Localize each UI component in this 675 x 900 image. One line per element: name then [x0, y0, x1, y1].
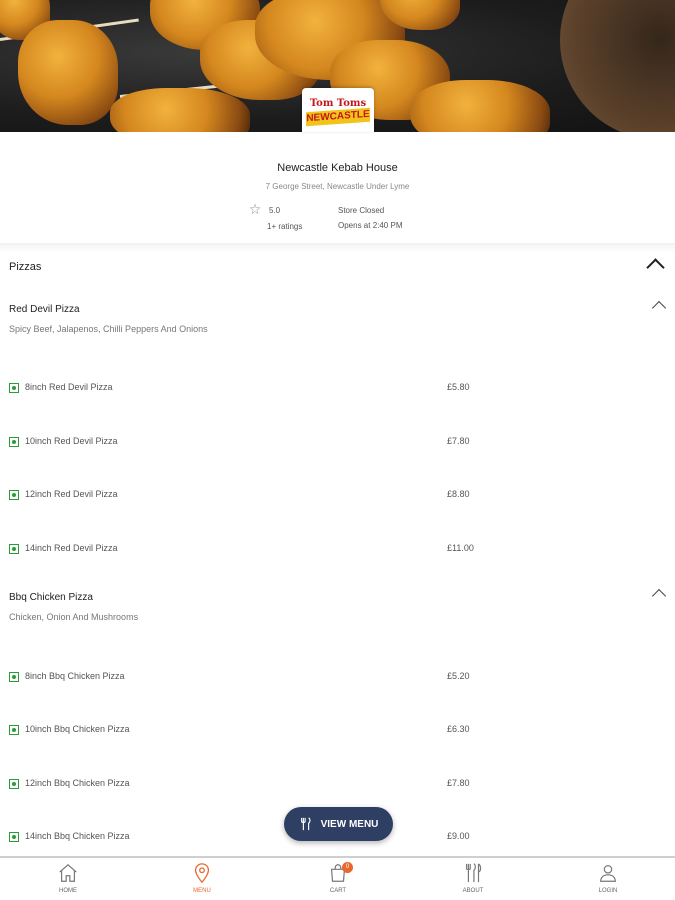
chevron-up-icon[interactable] — [652, 298, 666, 312]
item-name: 8inch Bbq Chicken Pizza — [25, 671, 125, 681]
veg-icon — [9, 672, 19, 682]
bottom-tab-bar: HOME MENU 0 CART ABOUT LOGIN — [0, 856, 675, 900]
veg-icon — [9, 437, 19, 447]
menu-item[interactable]: 8inch Bbq Chicken Pizza £5.20 — [0, 668, 675, 688]
item-price: £5.20 — [447, 671, 470, 681]
menu-item[interactable]: 12inch Bbq Chicken Pizza £7.80 — [0, 775, 675, 795]
item-name: 12inch Red Devil Pizza — [25, 489, 118, 499]
store-logo: Tom Toms NEWCASTLE — [302, 88, 374, 132]
user-icon — [600, 865, 616, 882]
tab-menu[interactable]: MENU — [162, 862, 242, 894]
store-name: Newcastle Kebab House — [277, 162, 398, 174]
group-title[interactable]: Red Devil Pizza — [9, 304, 80, 315]
veg-icon — [9, 544, 19, 554]
view-menu-button[interactable]: VIEW MENU — [284, 807, 393, 841]
item-name: 8inch Red Devil Pizza — [25, 382, 113, 392]
tab-label: HOME — [59, 888, 77, 894]
menu-item[interactable]: 8inch Red Devil Pizza £5.80 — [0, 379, 675, 399]
divider — [0, 243, 675, 253]
opening-time: Opens at 2:40 PM — [338, 221, 403, 230]
menu-item[interactable]: 10inch Bbq Chicken Pizza £6.30 — [0, 721, 675, 741]
group-title[interactable]: Bbq Chicken Pizza — [9, 592, 93, 603]
tab-label: ABOUT — [462, 888, 484, 894]
tab-about[interactable]: ABOUT — [433, 862, 513, 894]
tab-label: LOGIN — [598, 888, 618, 894]
item-name: 14inch Red Devil Pizza — [25, 543, 118, 553]
tab-label: CART — [329, 888, 347, 894]
view-menu-label: VIEW MENU — [320, 818, 379, 830]
kebab-chunk — [18, 20, 118, 125]
logo-band-text: NEWCASTLE — [306, 107, 370, 127]
rating-value: 5.0 — [269, 206, 281, 215]
location-pin-icon — [194, 863, 210, 884]
tab-home[interactable]: HOME — [28, 862, 108, 894]
chevron-up-icon[interactable] — [652, 586, 666, 600]
menu-item[interactable]: 14inch Red Devil Pizza £11.00 — [0, 540, 675, 560]
tab-cart[interactable]: 0 CART — [298, 862, 378, 894]
item-name: 12inch Bbq Chicken Pizza — [25, 778, 130, 788]
group-description: Spicy Beef, Jalapenos, Chilli Peppers An… — [9, 324, 208, 334]
wooden-board — [560, 0, 675, 132]
menu-item[interactable]: 12inch Red Devil Pizza £8.80 — [0, 486, 675, 506]
cutlery-icon — [465, 863, 482, 883]
chevron-up-icon[interactable] — [648, 256, 662, 270]
logo-artwork: Tom Toms NEWCASTLE — [306, 98, 370, 128]
item-price: £8.80 — [447, 489, 470, 499]
item-price: £7.80 — [447, 778, 470, 788]
item-price: £9.00 — [447, 831, 470, 841]
kebab-chunk — [110, 88, 250, 132]
cutlery-icon — [300, 817, 311, 831]
rating-count: 1+ ratings — [267, 222, 303, 231]
veg-icon — [9, 779, 19, 789]
kebab-chunk — [410, 80, 550, 132]
veg-icon — [9, 383, 19, 393]
tab-login[interactable]: LOGIN — [568, 862, 648, 894]
cart-count-badge: 0 — [342, 862, 353, 873]
tab-label: MENU — [193, 888, 211, 894]
item-price: £6.30 — [447, 724, 470, 734]
item-name: 10inch Bbq Chicken Pizza — [25, 724, 130, 734]
veg-icon — [9, 490, 19, 500]
store-status: Store Closed — [338, 206, 385, 215]
group-description: Chicken, Onion And Mushrooms — [9, 612, 139, 622]
menu-item[interactable]: 10inch Red Devil Pizza £7.80 — [0, 433, 675, 453]
store-info: Newcastle Kebab House 7 George Street, N… — [0, 150, 675, 245]
item-price: £11.00 — [447, 543, 474, 553]
item-name: 10inch Red Devil Pizza — [25, 436, 118, 446]
item-name: 14inch Bbq Chicken Pizza — [25, 831, 130, 841]
star-icon: ☆ — [248, 201, 262, 217]
section-title-pizzas[interactable]: Pizzas — [9, 261, 41, 273]
item-price: £7.80 — [447, 436, 470, 446]
store-address: 7 George Street, Newcastle Under Lyme — [265, 182, 410, 191]
veg-icon — [9, 725, 19, 735]
home-icon — [59, 863, 77, 882]
item-price: £5.80 — [447, 382, 470, 392]
veg-icon — [9, 832, 19, 842]
